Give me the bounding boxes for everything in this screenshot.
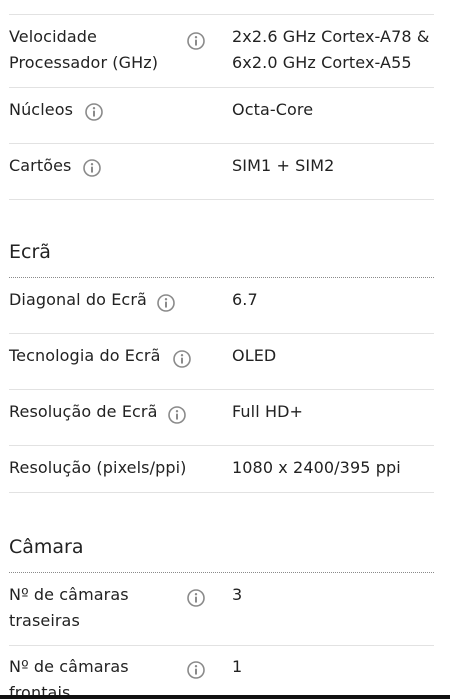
info-circle-icon[interactable] <box>83 159 101 177</box>
spec-label: Nº de câmaras traseiras <box>9 582 129 634</box>
spec-value: OLED <box>232 346 277 365</box>
spec-label: Diagonal do Ecrã <box>9 290 147 309</box>
spec-label-line: Nº de câmaras <box>9 657 129 676</box>
spec-row-cores: Núcleos Octa-Core <box>9 88 434 144</box>
spec-value: 3 <box>232 585 243 604</box>
spec-label: Cartões <box>9 156 72 175</box>
spec-label-line: Velocidade <box>9 27 97 46</box>
info-circle-icon[interactable] <box>173 350 191 368</box>
spec-row-front-cameras: Nº de câmaras frontais 1 <box>9 654 434 699</box>
spec-row-screen-resolution: Resolução de Ecrã Full HD+ <box>9 390 434 446</box>
spec-value: 2x2.6 GHz Cortex-A78 & 6x2.0 GHz Cortex-… <box>232 24 429 76</box>
spec-row-rear-cameras: Nº de câmaras traseiras 3 <box>9 582 434 646</box>
spec-value: SIM1 + SIM2 <box>232 156 335 175</box>
info-circle-icon[interactable] <box>85 103 103 121</box>
spec-value-line: 2x2.6 GHz Cortex-A78 & <box>232 27 430 46</box>
spec-value: Full HD+ <box>232 402 304 421</box>
section-divider <box>9 572 434 573</box>
spec-label: Núcleos <box>9 100 74 119</box>
spec-page: Velocidade Processador (GHz) 2x2.6 GHz C… <box>0 0 450 699</box>
spec-value-line: 6x2.0 GHz Cortex-A55 <box>232 53 412 72</box>
spec-value: 6.7 <box>232 290 258 309</box>
spec-value: 1080 x 2400/395 ppi <box>232 458 401 477</box>
spec-row-screen-diagonal: Diagonal do Ecrã 6.7 <box>9 278 434 334</box>
spec-value: 1 <box>232 657 243 676</box>
spec-label: Tecnologia do Ecrã <box>9 346 161 365</box>
divider <box>9 14 434 15</box>
spec-value: Octa-Core <box>232 100 314 119</box>
spec-row-cards: Cartões SIM1 + SIM2 <box>9 144 434 200</box>
info-circle-icon[interactable] <box>187 661 205 679</box>
info-circle-icon[interactable] <box>187 32 205 50</box>
section-title-camera: Câmara <box>9 536 84 558</box>
spec-label: Velocidade Processador (GHz) <box>9 24 158 76</box>
spec-label: Resolução de Ecrã <box>9 402 158 421</box>
spec-row-screen-technology: Tecnologia do Ecrã OLED <box>9 334 434 390</box>
section-title-screen: Ecrã <box>9 241 51 263</box>
spec-label: Nº de câmaras frontais <box>9 654 129 699</box>
info-circle-icon[interactable] <box>187 589 205 607</box>
info-circle-icon[interactable] <box>157 294 175 312</box>
spec-label: Resolução (pixels/ppi) <box>9 458 187 477</box>
spec-label-line: Processador (GHz) <box>9 53 159 72</box>
info-circle-icon[interactable] <box>168 406 186 424</box>
spec-label-line: Nº de câmaras <box>9 585 129 604</box>
spec-row-processor-speed: Velocidade Processador (GHz) 2x2.6 GHz C… <box>9 24 434 88</box>
spec-label-line: traseiras <box>9 611 80 630</box>
spec-row-screen-resolution-ppi: Resolução (pixels/ppi) 1080 x 2400/395 p… <box>9 446 434 493</box>
bottom-edge-bar <box>0 695 450 699</box>
